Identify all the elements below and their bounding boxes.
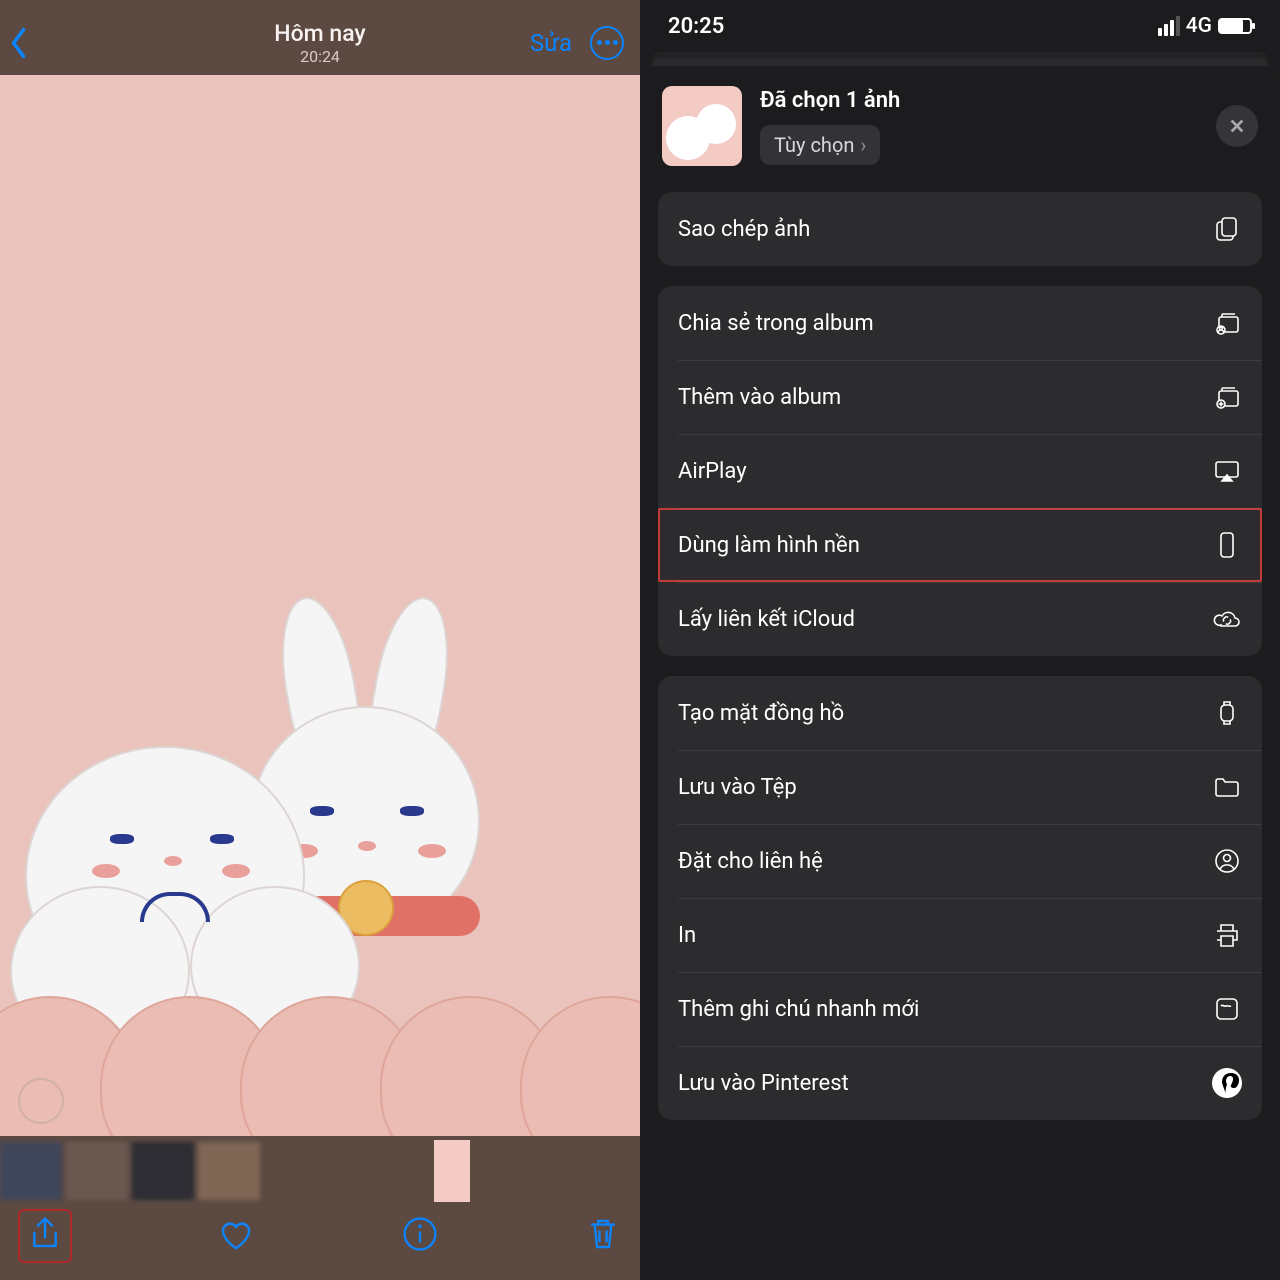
close-button[interactable]	[1216, 105, 1258, 147]
printer-icon	[1212, 920, 1242, 950]
left-header: Hôm nay 20:24 Sửa	[0, 0, 640, 75]
shared-album-icon	[1212, 308, 1242, 338]
back-button[interactable]	[10, 27, 40, 59]
action-group: Sao chép ảnh	[658, 192, 1262, 266]
delete-button[interactable]	[584, 1215, 622, 1257]
pinterest-icon	[1212, 1068, 1242, 1098]
action-add-album[interactable]: Thêm vào album	[658, 360, 1262, 434]
action-use-as-wallpaper[interactable]: Dùng làm hình nền	[658, 508, 1262, 582]
watermark-icon	[18, 1078, 64, 1124]
action-group: Tạo mặt đồng hồ Lưu vào Tệp Đặt cho liên…	[658, 676, 1262, 1120]
sheet-header: Đã chọn 1 ảnh Tùy chọn ›	[642, 66, 1278, 188]
sheet-title: Đã chọn 1 ảnh	[760, 88, 900, 113]
action-icloud-link[interactable]: Lấy liên kết iCloud	[658, 582, 1262, 656]
phone-icon	[1212, 530, 1242, 560]
options-button[interactable]: Tùy chọn ›	[760, 125, 880, 165]
airplay-icon	[1212, 456, 1242, 486]
quicknote-icon	[1212, 994, 1242, 1024]
action-share-album[interactable]: Chia sẻ trong album	[658, 286, 1262, 360]
chevron-right-icon: ›	[860, 133, 866, 157]
thumbnail-selected[interactable]	[434, 1140, 470, 1202]
photo-preview[interactable]	[0, 75, 640, 1136]
watch-icon	[1212, 698, 1242, 728]
action-save-pinterest[interactable]: Lưu vào Pinterest	[658, 1046, 1262, 1120]
bottom-toolbar	[0, 1206, 640, 1280]
action-create-watchface[interactable]: Tạo mặt đồng hồ	[658, 676, 1262, 750]
action-print[interactable]: In	[658, 898, 1262, 972]
sheet-thumbnail	[662, 86, 742, 166]
action-group: Chia sẻ trong album Thêm vào album AirPl…	[658, 286, 1262, 656]
copy-icon	[1212, 214, 1242, 244]
action-airplay[interactable]: AirPlay	[658, 434, 1262, 508]
options-label: Tùy chọn	[774, 133, 854, 157]
photos-detail-screen: Hôm nay 20:24 Sửa	[0, 0, 640, 1280]
sheet-stack-icon	[640, 48, 1280, 66]
action-assign-contact[interactable]: Đặt cho liên hệ	[658, 824, 1262, 898]
thumbnail-strip[interactable]	[0, 1136, 640, 1206]
add-album-icon	[1212, 382, 1242, 412]
info-button[interactable]	[401, 1215, 439, 1257]
share-button[interactable]	[18, 1209, 72, 1263]
contact-icon	[1212, 846, 1242, 876]
edit-button[interactable]: Sửa	[530, 29, 572, 57]
action-save-to-files[interactable]: Lưu vào Tệp	[658, 750, 1262, 824]
share-sheet: Đã chọn 1 ảnh Tùy chọn › Sao chép ảnh	[642, 66, 1278, 1280]
share-sheet-screen: 20:25 4G Đã chọn 1 ảnh Tùy chọn ›	[640, 0, 1280, 1280]
status-bar: 20:25 4G	[640, 0, 1280, 48]
folder-icon	[1212, 772, 1242, 802]
action-copy-photo[interactable]: Sao chép ảnh	[658, 192, 1262, 266]
action-new-quicknote[interactable]: Thêm ghi chú nhanh mới	[658, 972, 1262, 1046]
signal-icon	[1158, 16, 1180, 36]
icloud-link-icon	[1212, 604, 1242, 634]
more-button[interactable]	[590, 26, 624, 60]
status-time: 20:25	[668, 14, 724, 39]
network-label: 4G	[1186, 14, 1212, 38]
actions-list[interactable]: Sao chép ảnh Chia sẻ trong album Thêm và…	[642, 188, 1278, 1280]
battery-icon	[1218, 18, 1252, 34]
favorite-button[interactable]	[217, 1215, 255, 1257]
